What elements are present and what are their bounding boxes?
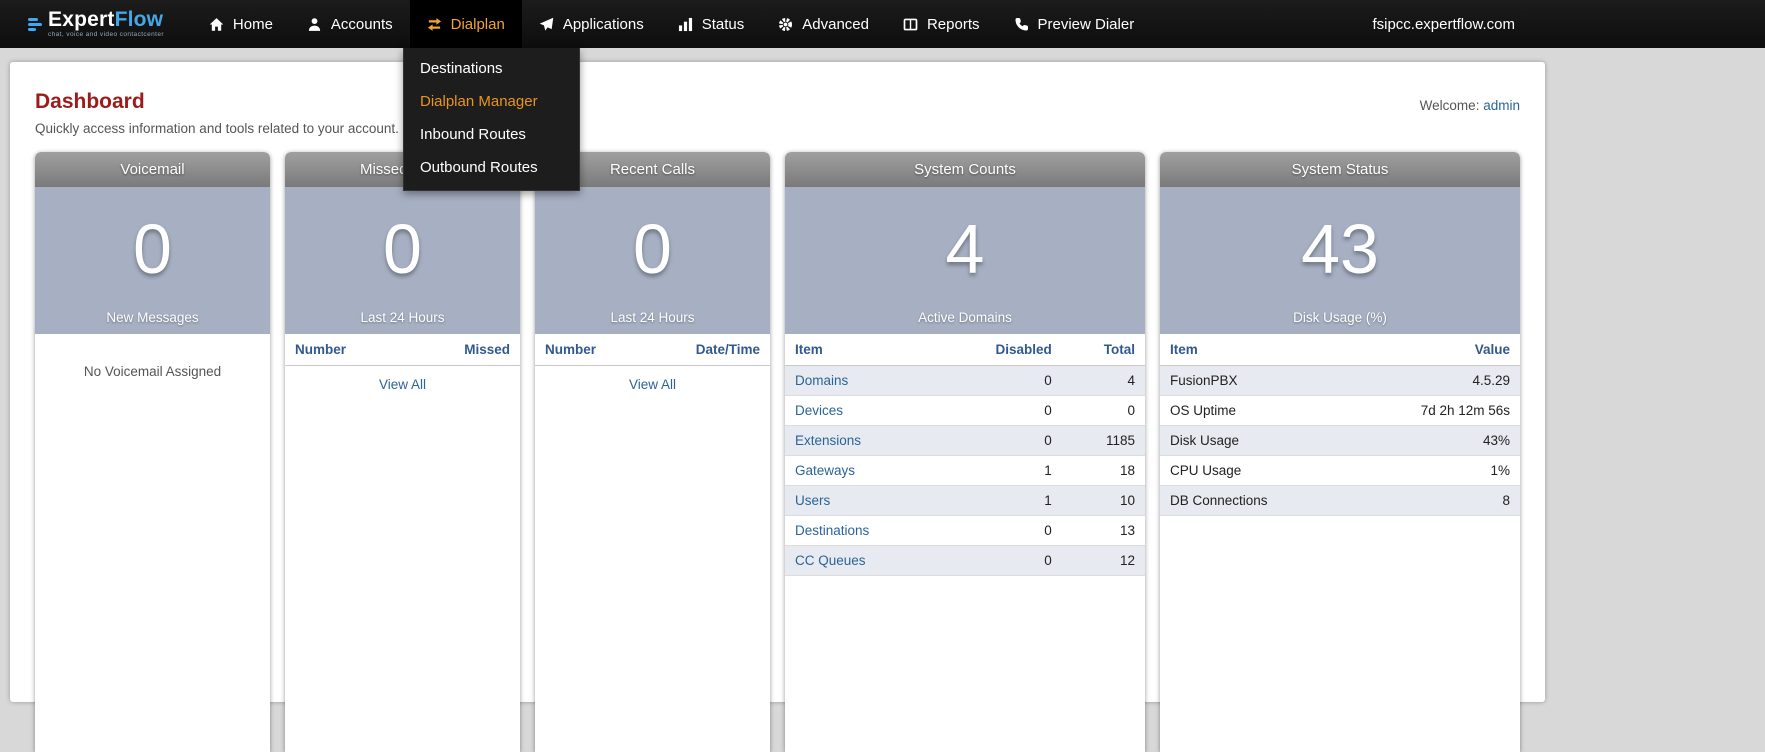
- dropdown-item-dialplan-manager[interactable]: Dialplan Manager: [404, 85, 579, 118]
- system-counts-card: System Counts 4 Active Domains Item Disa…: [785, 152, 1145, 752]
- system-status-card: System Status 43 Disk Usage (%) Item Val…: [1160, 152, 1520, 752]
- missed-calls-count: 0: [383, 209, 422, 288]
- nav-item-applications[interactable]: Applications: [522, 0, 661, 48]
- recent-calls-table: Number Date/Time: [535, 334, 770, 366]
- nav-item-accounts[interactable]: Accounts: [290, 0, 410, 48]
- column-header: Number: [285, 334, 407, 366]
- missed-calls-table: Number Missed: [285, 334, 520, 366]
- page-title: Dashboard: [35, 90, 145, 113]
- home-icon: [209, 17, 224, 31]
- recent-calls-hero: 0 Last 24 Hours: [535, 187, 770, 334]
- dropdown-item-outbound-routes[interactable]: Outbound Routes: [404, 151, 579, 184]
- recent-calls-view-all-link[interactable]: View All: [629, 377, 676, 392]
- logo-icon: [28, 17, 42, 31]
- nav-item-reports[interactable]: Reports: [886, 0, 997, 48]
- column-header: Number: [535, 334, 686, 366]
- table-row: Domains 0 4: [785, 365, 1145, 396]
- disk-usage-count: 43: [1301, 209, 1379, 288]
- users-link[interactable]: Users: [795, 493, 830, 508]
- system-counts-table: Item Disabled Total Domains 0 4 Devices …: [785, 334, 1145, 576]
- paper-plane-icon: [539, 17, 554, 31]
- column-header: Date/Time: [685, 334, 770, 366]
- table-row: OS Uptime 7d 2h 12m 56s: [1160, 395, 1520, 426]
- system-counts-hero: 4 Active Domains: [785, 187, 1145, 334]
- table-row: Disk Usage 43%: [1160, 425, 1520, 456]
- voicemail-hero: 0 New Messages: [35, 187, 270, 334]
- exchange-arrows-icon: [427, 17, 441, 31]
- page-subtitle: Quickly access information and tools rel…: [35, 121, 399, 136]
- gear-icon: [779, 17, 793, 31]
- missed-calls-card: Missed Calls 0 Last 24 Hours Number Miss…: [285, 152, 520, 752]
- recent-calls-count: 0: [633, 209, 672, 288]
- domains-link[interactable]: Domains: [795, 373, 848, 388]
- table-row: Extensions 0 1185: [785, 425, 1145, 456]
- dialplan-dropdown-menu: Destinations Dialplan Manager Inbound Ro…: [403, 48, 580, 191]
- column-header: Item: [1160, 334, 1347, 366]
- page-header: Dashboard Quickly access information and…: [10, 62, 1545, 152]
- extensions-link[interactable]: Extensions: [795, 433, 861, 448]
- voicemail-count-label: New Messages: [106, 310, 199, 325]
- active-domains-count: 4: [945, 209, 985, 288]
- missed-calls-count-label: Last 24 Hours: [360, 310, 445, 325]
- system-status-count-label: Disk Usage (%): [1293, 310, 1387, 325]
- system-counts-count-label: Active Domains: [918, 310, 1012, 325]
- phone-icon: [1015, 17, 1028, 30]
- main-content: Dashboard Quickly access information and…: [10, 62, 1545, 752]
- dashboard-cards: Voicemail 0 New Messages No Voicemail As…: [10, 152, 1545, 752]
- column-header: Disabled: [938, 334, 1062, 366]
- table-row: CC Queues 0 12: [785, 545, 1145, 576]
- column-header: Item: [785, 334, 939, 366]
- voicemail-card: Voicemail 0 New Messages No Voicemail As…: [35, 152, 270, 752]
- nav-item-home[interactable]: Home: [192, 0, 290, 48]
- table-row: FusionPBX 4.5.29: [1160, 365, 1520, 396]
- top-nav: ExpertFlow chat, voice and video contact…: [0, 0, 1765, 48]
- destinations-link[interactable]: Destinations: [795, 523, 869, 538]
- table-row: Devices 0 0: [785, 395, 1145, 426]
- nav-item-dialplan[interactable]: Dialplan: [409, 0, 522, 48]
- gateways-link[interactable]: Gateways: [795, 463, 855, 478]
- column-header: Missed: [406, 334, 520, 366]
- table-row: DB Connections 8: [1160, 485, 1520, 516]
- devices-link[interactable]: Devices: [795, 403, 843, 418]
- system-status-hero: 43 Disk Usage (%): [1160, 187, 1520, 334]
- table-row: Users 1 10: [785, 485, 1145, 516]
- dropdown-item-inbound-routes[interactable]: Inbound Routes: [404, 118, 579, 151]
- system-status-table: Item Value FusionPBX 4.5.29 OS Uptime 7d…: [1160, 334, 1520, 516]
- voicemail-empty-text: No Voicemail Assigned: [83, 364, 222, 379]
- system-counts-card-title: System Counts: [785, 152, 1145, 187]
- logo-text: ExpertFlow: [48, 8, 164, 32]
- server-domain: fsipcc.expertflow.com: [1372, 15, 1515, 33]
- missed-calls-view-all-link[interactable]: View All: [379, 377, 426, 392]
- recent-calls-count-label: Last 24 Hours: [610, 310, 695, 325]
- nav-item-advanced[interactable]: Advanced: [761, 0, 886, 48]
- cc-queues-link[interactable]: CC Queues: [795, 553, 866, 568]
- table-row: Gateways 1 18: [785, 455, 1145, 486]
- table-row: CPU Usage 1%: [1160, 455, 1520, 486]
- book-icon: [903, 18, 918, 30]
- welcome-text: Welcome: admin: [1419, 98, 1520, 113]
- logo-tagline: chat, voice and video contactcenter: [48, 31, 164, 39]
- voicemail-card-title: Voicemail: [35, 152, 270, 187]
- voicemail-count: 0: [133, 209, 172, 288]
- dropdown-item-destinations[interactable]: Destinations: [404, 52, 579, 85]
- bar-chart-icon: [678, 17, 692, 31]
- expertflow-logo[interactable]: ExpertFlow chat, voice and video contact…: [28, 9, 164, 39]
- admin-user-link[interactable]: admin: [1483, 98, 1520, 113]
- nav-item-preview-dialer[interactable]: Preview Dialer: [997, 0, 1152, 48]
- system-status-card-title: System Status: [1160, 152, 1520, 187]
- missed-calls-hero: 0 Last 24 Hours: [285, 187, 520, 334]
- user-icon: [308, 17, 321, 31]
- nav-menu: Home Accounts Dialplan Applications Stat…: [192, 0, 1151, 48]
- column-header: Value: [1346, 334, 1520, 366]
- recent-calls-card: Recent Calls 0 Last 24 Hours Number Date…: [535, 152, 770, 752]
- nav-item-status[interactable]: Status: [661, 0, 762, 48]
- table-row: Destinations 0 13: [785, 515, 1145, 546]
- column-header: Total: [1061, 334, 1145, 366]
